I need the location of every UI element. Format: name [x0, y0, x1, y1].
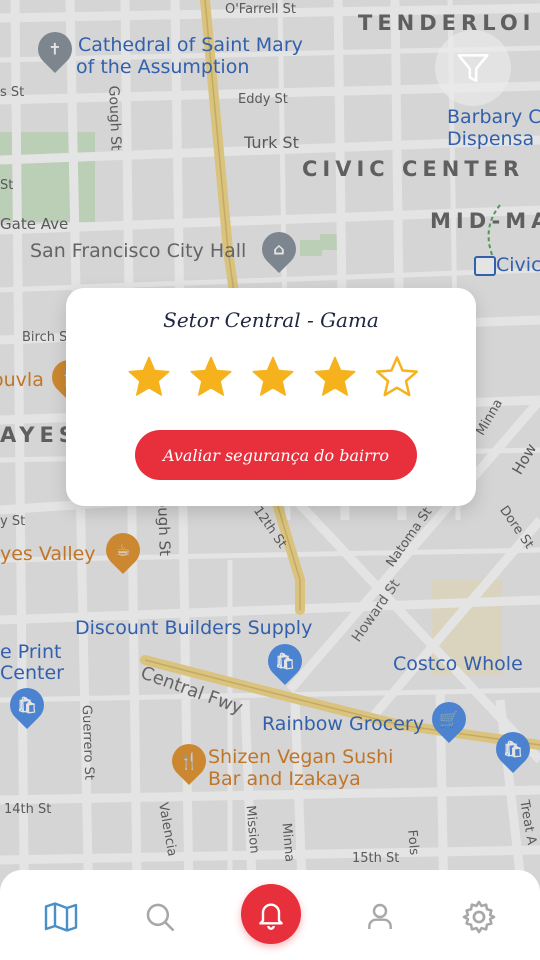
rating-modal: Setor Central - Gama Avaliar segurança d… [66, 288, 476, 506]
user-icon [368, 903, 392, 929]
nav-settings[interactable] [458, 896, 500, 938]
nav-search[interactable] [139, 896, 181, 938]
nav-alert-button[interactable] [241, 884, 301, 944]
nav-profile[interactable] [359, 896, 401, 938]
star-filled-icon[interactable] [188, 354, 234, 400]
star-rating[interactable] [126, 354, 426, 402]
search-icon [146, 903, 175, 932]
map-icon [44, 902, 78, 932]
star-filled-icon[interactable] [126, 354, 172, 400]
star-filled-icon[interactable] [250, 354, 296, 400]
filter-icon [457, 54, 489, 82]
bell-icon [259, 903, 283, 930]
rate-neighborhood-button[interactable]: Avaliar segurança do bairro [135, 430, 417, 480]
star-filled-icon[interactable] [312, 354, 358, 400]
filter-button[interactable] [435, 30, 511, 106]
bottom-nav [0, 870, 540, 960]
gear-icon [462, 900, 496, 934]
star-empty-icon[interactable] [374, 354, 420, 400]
nav-map[interactable] [40, 896, 82, 938]
modal-title: Setor Central - Gama [163, 308, 379, 332]
